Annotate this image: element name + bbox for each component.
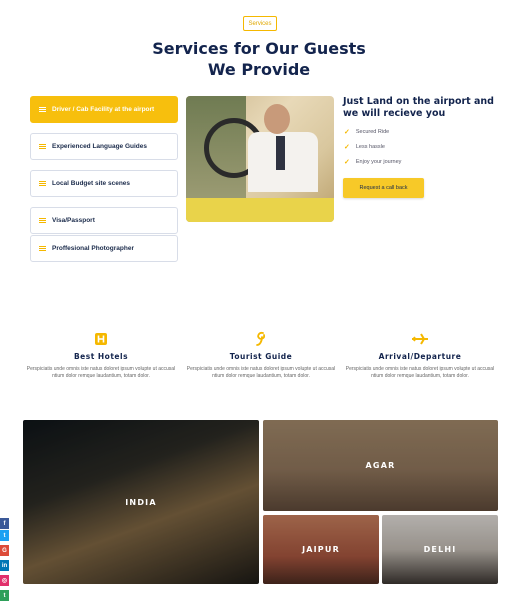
check-item: ✓ Secured Ride <box>344 129 390 136</box>
instagram-icon[interactable]: ◎ <box>0 575 9 586</box>
check-icon: ✓ <box>344 129 350 136</box>
feature-best-hotels: Best Hotels Perspiciatis unde omnis iste… <box>21 330 181 380</box>
destination-label: AGAR <box>365 461 396 470</box>
feature-arrival-departure: Arrival/Departure Perspiciatis unde omni… <box>340 330 500 380</box>
service-label: Local Budget site scenes <box>52 180 131 187</box>
section-badge: Services <box>243 16 277 31</box>
linkedin-icon[interactable]: in <box>0 560 9 571</box>
feature-text: Perspiciatis unde omnis iste natus dolor… <box>186 366 336 379</box>
destination-label: JAIPUR <box>302 545 340 554</box>
feature-text: Perspiciatis unde omnis iste natus dolor… <box>345 366 495 379</box>
twitter-icon[interactable]: t <box>0 530 9 541</box>
service-item-guides[interactable]: Experienced Language Guides <box>30 133 178 160</box>
title-line-2: We Provide <box>207 60 311 79</box>
destination-jaipur[interactable]: JAIPUR <box>263 515 379 584</box>
hotel-icon <box>21 330 181 348</box>
menu-icon <box>39 180 46 187</box>
destination-label: INDIA <box>125 497 157 507</box>
service-item-driver[interactable]: Driver / Cab Facility at the airport <box>30 96 178 123</box>
check-item: ✓ Enjoy your journey <box>344 159 402 166</box>
driver-photo <box>186 96 334 222</box>
check-icon: ✓ <box>344 159 350 166</box>
service-label: Visa/Passport <box>52 217 95 224</box>
tumblr-icon[interactable]: t <box>0 590 9 601</box>
feature-title: Best Hotels <box>73 352 129 361</box>
feature-title: Arrival/Departure <box>378 352 462 361</box>
service-item-visa[interactable]: Visa/Passport <box>30 207 178 234</box>
destination-agar[interactable]: AGAR <box>263 420 498 511</box>
google-icon[interactable]: G <box>0 545 9 556</box>
feature-tourist-guide: Tourist Guide Perspiciatis unde omnis is… <box>181 330 341 380</box>
check-item: ✓ Less hassle <box>344 144 385 151</box>
destination-india[interactable]: INDIA <box>23 420 259 584</box>
menu-icon <box>39 106 46 113</box>
section-title: Services for Our Guests We Provide <box>0 38 518 80</box>
destination-delhi[interactable]: DELHI <box>382 515 498 584</box>
service-label: Driver / Cab Facility at the airport <box>52 106 155 113</box>
request-callback-button[interactable]: Request a call back <box>343 178 424 198</box>
check-icon: ✓ <box>344 144 350 151</box>
feature-title: Tourist Guide <box>229 352 293 361</box>
menu-icon <box>39 245 46 252</box>
title-line-1: Services for Our Guests <box>152 39 366 58</box>
plane-icon <box>340 330 500 348</box>
facebook-icon[interactable]: f <box>0 518 9 529</box>
service-label: Experienced Language Guides <box>52 143 147 150</box>
feature-text: Perspiciatis unde omnis iste natus dolor… <box>26 366 176 379</box>
menu-icon <box>39 217 46 224</box>
service-item-photographer[interactable]: Proffesional Photographer <box>30 235 178 262</box>
menu-icon <box>39 143 46 150</box>
info-title: Just Land on the airport and we will rec… <box>343 96 494 119</box>
guide-icon <box>181 330 341 348</box>
service-label: Proffesional Photographer <box>52 245 134 252</box>
service-item-budget[interactable]: Local Budget site scenes <box>30 170 178 197</box>
destination-label: DELHI <box>423 545 457 554</box>
